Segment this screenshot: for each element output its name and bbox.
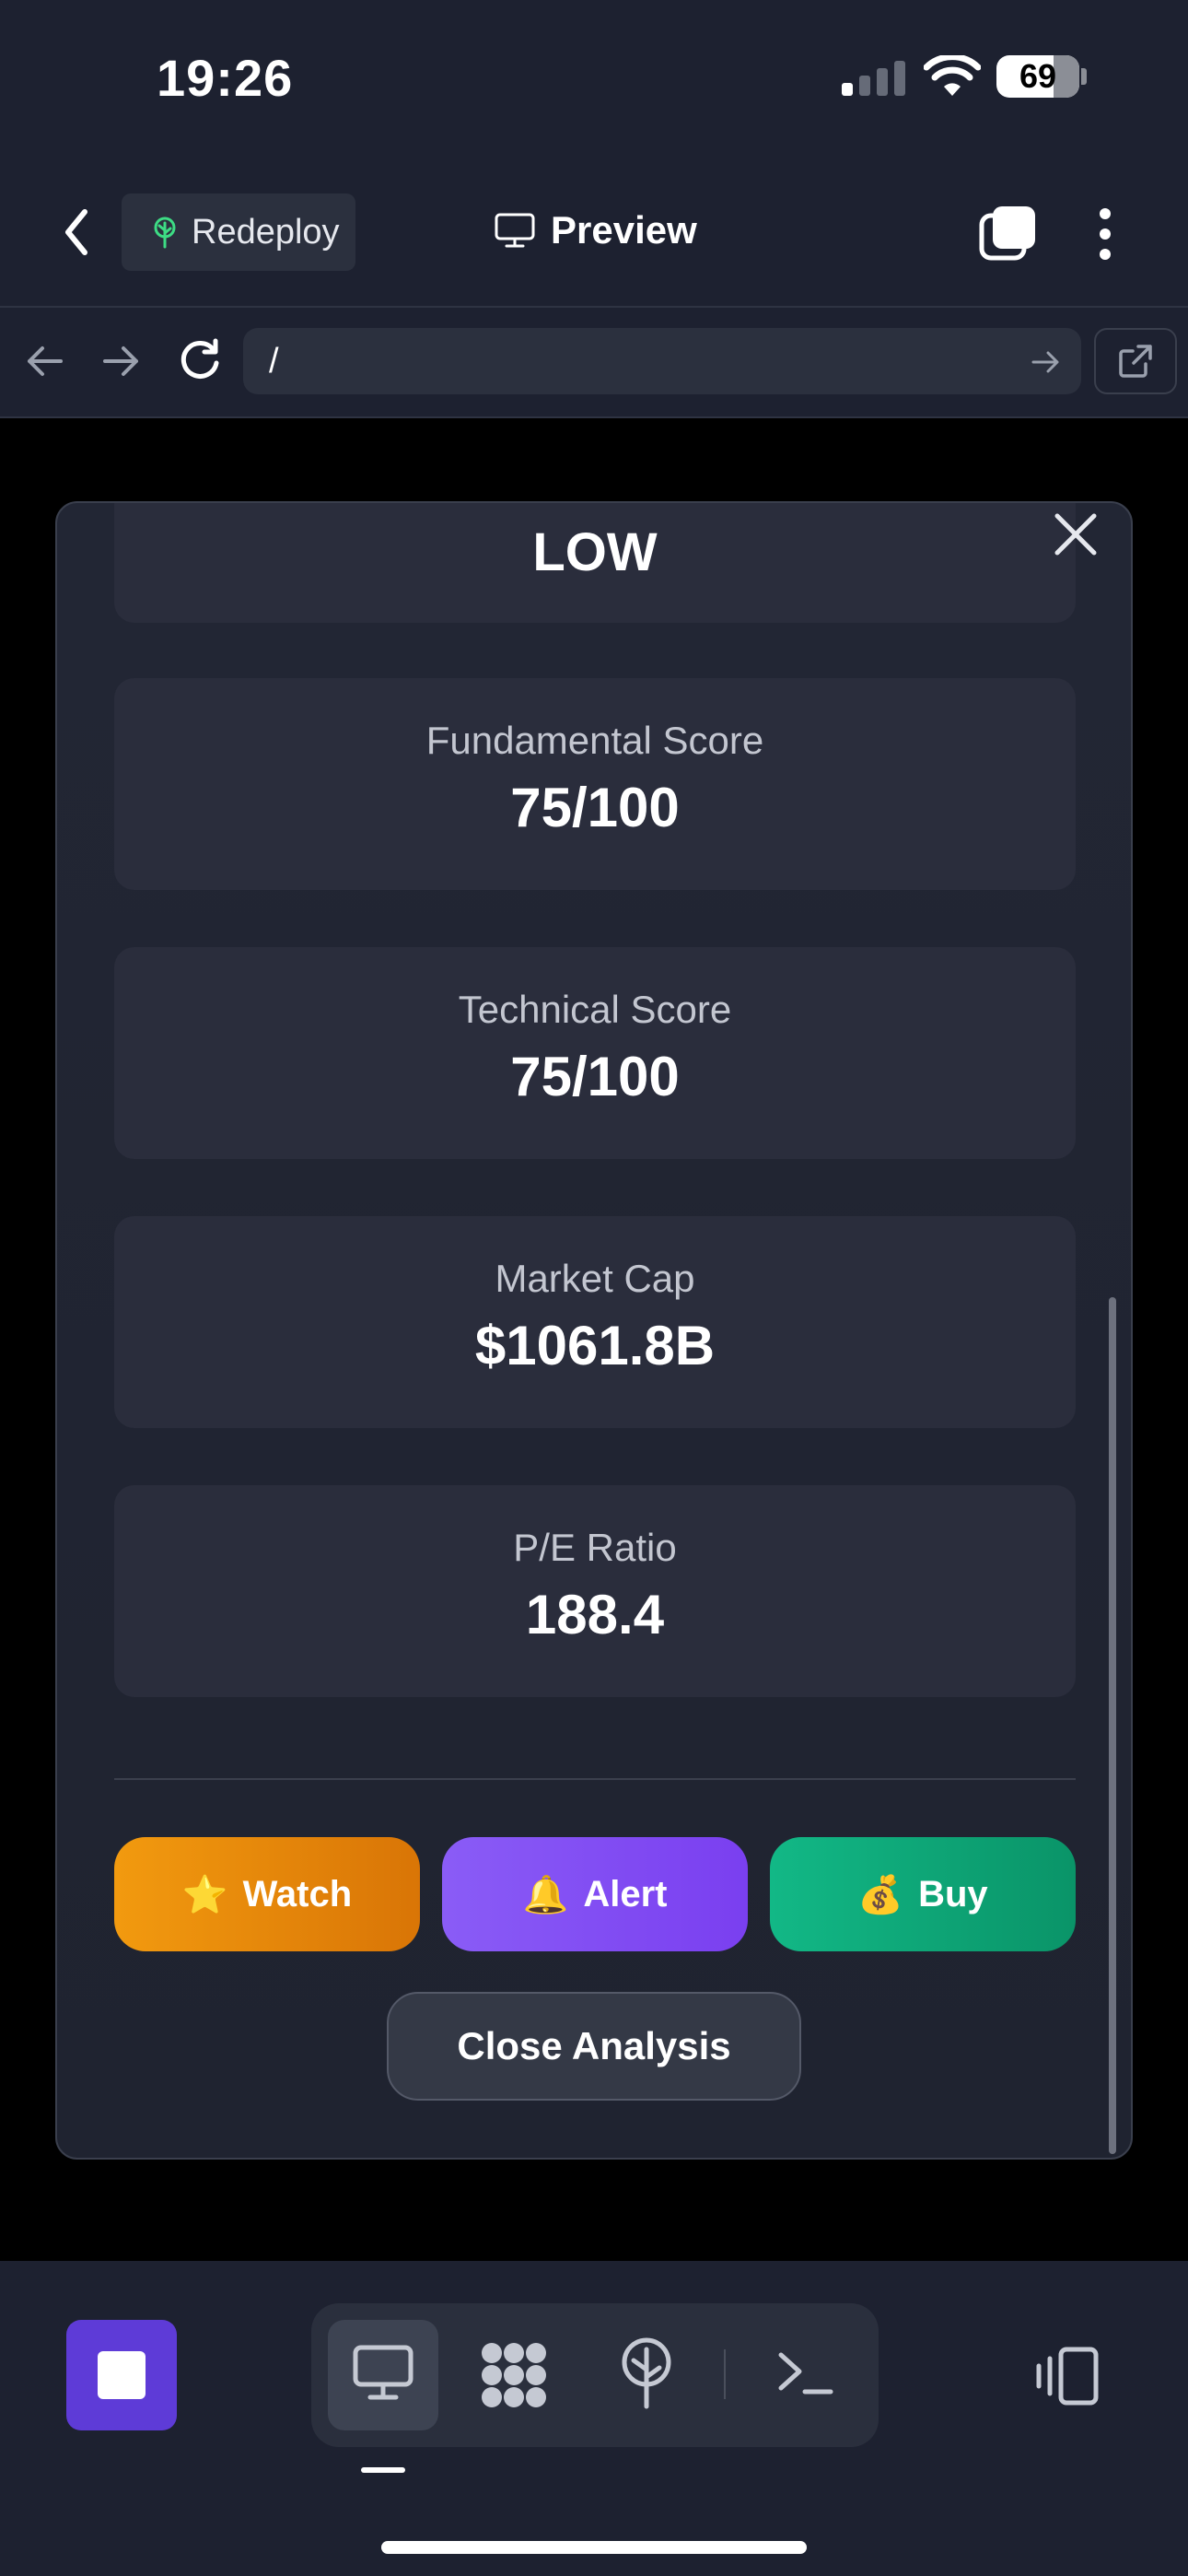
more-vertical-icon[interactable] [1096,206,1114,262]
watch-button[interactable]: ⭐ Watch [114,1837,420,1951]
arrow-right-icon[interactable] [101,343,142,380]
back-chevron-icon[interactable] [59,206,96,258]
url-input[interactable]: / [243,328,1081,394]
wifi-icon [924,55,981,96]
arrow-left-icon[interactable] [24,343,64,380]
preview-label: Preview [551,208,697,252]
metric-label: Technical Score [458,988,732,1031]
open-external-button[interactable] [1094,328,1177,394]
signal-icon [842,61,905,96]
metric-label: P/E Ratio [513,1526,677,1569]
alert-label: Alert [583,1873,668,1914]
refresh-icon[interactable] [177,337,223,383]
switcher-divider [724,2349,726,2399]
close-icon[interactable] [1052,510,1100,558]
alert-button[interactable]: 🔔 Alert [442,1837,748,1951]
redeploy-button[interactable]: Redeploy [122,193,355,271]
metric-value: 188.4 [525,1584,665,1645]
sprout-icon [154,217,176,249]
tabs-icon[interactable] [978,205,1039,262]
devices-icon[interactable] [1031,2346,1101,2406]
preview-tab[interactable]: Preview [494,208,697,252]
metric-label: Market Cap [495,1257,695,1300]
bell-icon: 🔔 [522,1874,569,1915]
buy-button[interactable]: 💰 Buy [770,1837,1076,1951]
metric-value: 75/100 [510,777,680,838]
metric-value: $1061.8B [474,1315,716,1376]
stop-icon [98,2351,146,2399]
divider [114,1778,1076,1780]
battery-cap [1081,68,1087,85]
money-bag-icon: 💰 [857,1874,904,1915]
metric-card-market-cap: Market Cap $1061.8B [114,1216,1076,1428]
battery-indicator: 69 [996,55,1079,98]
watch-label: Watch [242,1873,353,1914]
monitor-icon [495,213,535,248]
modal-scrollbar[interactable] [1109,1297,1116,2154]
buy-label: Buy [918,1873,988,1914]
stop-button[interactable] [66,2320,177,2430]
status-time: 19:26 [157,49,294,107]
metric-label: Fundamental Score [425,719,764,762]
go-arrow-icon[interactable] [1031,348,1061,376]
monitor-icon [353,2345,413,2400]
redeploy-label: Redeploy [192,212,340,252]
metric-value: 75/100 [510,1046,680,1107]
close-analysis-button[interactable]: Close Analysis [387,1992,801,2101]
terminal-icon[interactable] [775,2348,834,2399]
metric-card-pe-ratio: P/E Ratio 188.4 [114,1485,1076,1697]
deploy-icon[interactable] [619,2336,674,2410]
risk-value: LOW [532,522,658,582]
risk-card: LOW [114,503,1076,623]
active-tab-indicator [361,2467,405,2473]
home-indicator[interactable] [381,2541,807,2554]
metric-card-fundamental: Fundamental Score 75/100 [114,678,1076,890]
grid-icon[interactable] [479,2340,549,2410]
star-icon: ⭐ [181,1874,228,1915]
external-link-icon [1119,345,1152,378]
metric-card-technical: Technical Score 75/100 [114,947,1076,1159]
analysis-modal: LOW Fundamental Score 75/100 Technical S… [55,501,1133,2160]
